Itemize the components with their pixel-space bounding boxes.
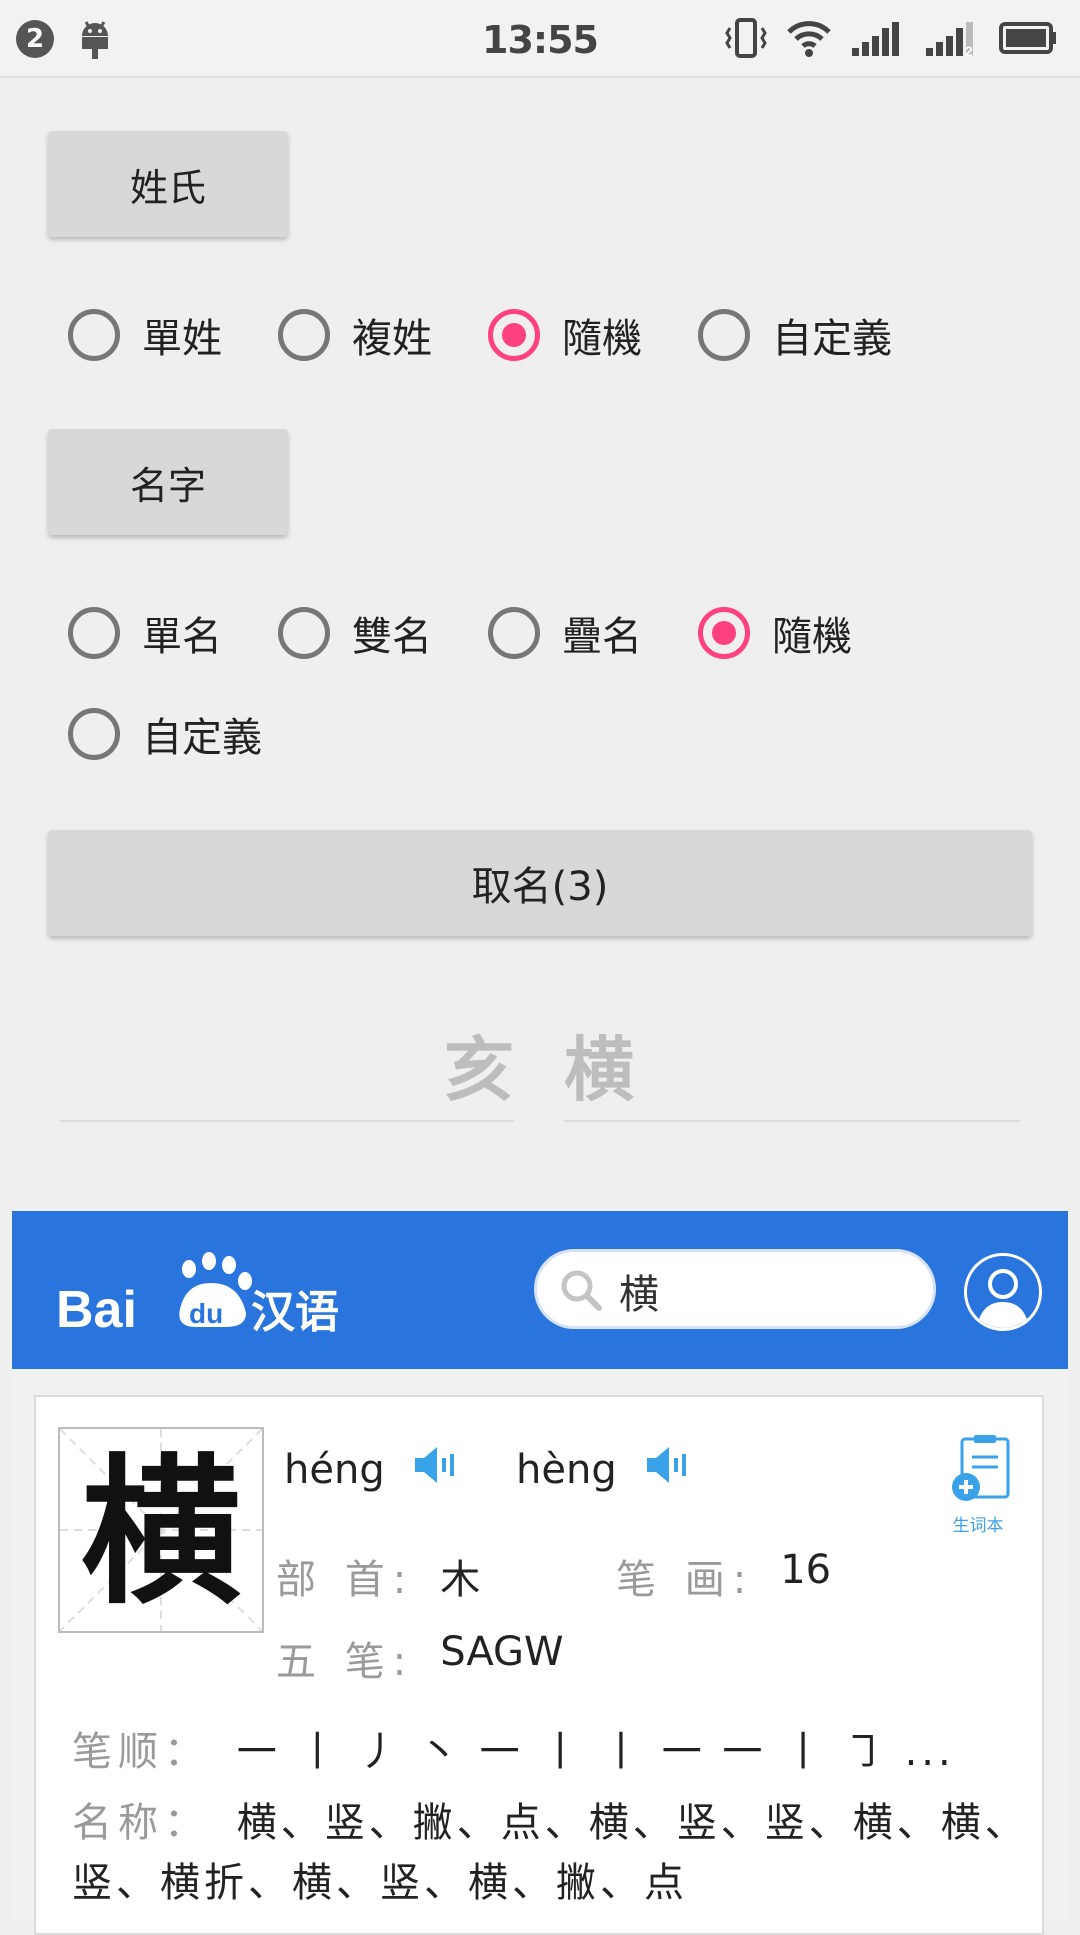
- vocabulary-label: 生词本: [952, 1516, 1004, 1536]
- stroke-order: 一 丨 丿 丶 一 丨 丨 一 一 丨 ㇆ ...: [236, 1729, 955, 1775]
- radio-circle[interactable]: [68, 309, 120, 361]
- surname-radio-custom[interactable]: 自定義: [698, 300, 908, 370]
- baidu-hanyu-logo[interactable]: Bai du 汉语: [56, 1243, 346, 1347]
- add-to-vocabulary-button[interactable]: 生词本: [950, 1435, 1016, 1536]
- baidu-hanyu-webview: Bai du 汉语 横 横 héng hèng 生词本 部 首: 木 笔 画: …: [12, 1211, 1068, 1935]
- pinyin-2: hèng: [516, 1445, 691, 1495]
- vocabulary-add-icon: [950, 1435, 1016, 1509]
- stroke-order-row: 笔顺： 一 丨 丿 丶 一 丨 丨 一 一 丨 ㇆ ...: [72, 1729, 955, 1775]
- stroke-names: 横、竖、撇、点、横、竖、竖、横、横、竖、横折、横、竖、横、撇、点: [72, 1800, 1029, 1906]
- wubi-row: 五 笔: SAGW: [276, 1629, 564, 1685]
- radical-row: 部 首: 木: [276, 1557, 481, 1603]
- surname-radio-compound[interactable]: 複姓: [278, 300, 488, 370]
- character-card: 横 héng hèng 生词本 部 首: 木 笔 画: 16 五 笔: SAGW…: [34, 1395, 1044, 1935]
- battery-icon: [998, 20, 1058, 60]
- baidu-search-box[interactable]: 横: [534, 1249, 936, 1329]
- result-surname-field[interactable]: 亥: [60, 1020, 514, 1122]
- search-icon: [559, 1268, 603, 1316]
- given-name-radio-custom[interactable]: 自定義: [68, 699, 278, 769]
- wifi-icon: [786, 18, 832, 62]
- radio-circle[interactable]: [488, 607, 540, 659]
- given-name-toggle-button[interactable]: 名字: [48, 429, 288, 535]
- baidu-header: Bai du 汉语 横: [12, 1211, 1068, 1369]
- svg-text:2: 2: [965, 43, 973, 58]
- given-name-radio-repeated[interactable]: 疊名: [488, 598, 698, 668]
- user-avatar-icon[interactable]: [964, 1253, 1042, 1331]
- radio-circle[interactable]: [68, 607, 120, 659]
- svg-text:Bai: Bai: [56, 1281, 137, 1339]
- speaker-icon[interactable]: [413, 1445, 459, 1495]
- surname-radio-single[interactable]: 單姓: [68, 300, 278, 370]
- vibrate-icon: [724, 16, 768, 64]
- svg-text:du: du: [189, 1298, 223, 1329]
- given-name-radio-group-2: 自定義: [68, 699, 278, 769]
- surname-radio-group: 單姓 複姓 隨機 自定義: [68, 300, 908, 370]
- generate-name-button[interactable]: 取名(3): [48, 830, 1032, 936]
- radio-circle[interactable]: [698, 607, 750, 659]
- speaker-icon[interactable]: [645, 1445, 691, 1495]
- status-bar: 2 13:55 2: [0, 0, 1080, 78]
- dictionary-character: 横: [80, 1438, 241, 1626]
- stroke-count-row: 笔 画: 16: [616, 1547, 832, 1603]
- signal-2-icon: 2: [924, 18, 980, 62]
- radio-circle[interactable]: [698, 309, 750, 361]
- given-name-radio-single[interactable]: 單名: [68, 598, 278, 668]
- radio-circle[interactable]: [68, 708, 120, 760]
- surname-toggle-button[interactable]: 姓氏: [48, 131, 288, 237]
- radio-circle[interactable]: [278, 607, 330, 659]
- given-name-radio-double[interactable]: 雙名: [278, 598, 488, 668]
- stroke-names-row: 名称： 横、竖、撇、点、横、竖、竖、横、横、竖、横折、横、竖、横、撇、点: [72, 1800, 1029, 1906]
- result-given-name-field[interactable]: 横: [564, 1020, 1020, 1122]
- given-name-radio-random[interactable]: 隨機: [698, 598, 908, 668]
- character-grid-box: 横: [58, 1427, 264, 1633]
- signal-icon: [850, 18, 906, 62]
- surname-radio-random[interactable]: 隨機: [488, 300, 698, 370]
- radio-circle[interactable]: [278, 309, 330, 361]
- radio-circle[interactable]: [488, 309, 540, 361]
- given-name-radio-group: 單名 雙名 疊名 隨機: [68, 598, 908, 668]
- result-surname: 亥: [444, 1029, 514, 1111]
- search-input[interactable]: 横: [619, 1262, 659, 1320]
- result-given-name: 横: [564, 1029, 634, 1111]
- pinyin-1: héng: [284, 1445, 459, 1495]
- svg-text:汉语: 汉语: [251, 1287, 339, 1338]
